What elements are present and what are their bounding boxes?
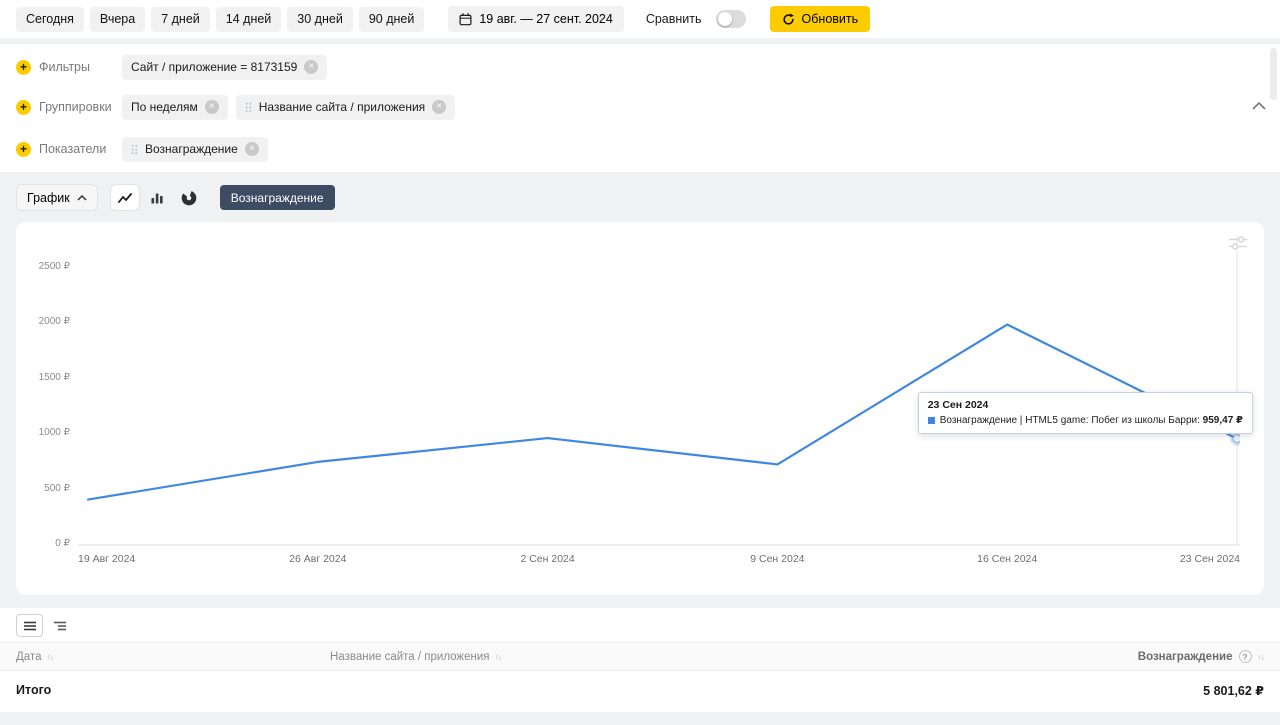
grouping-chip[interactable]: По неделям × — [122, 95, 228, 120]
x-axis-label: 26 Авг 2024 — [289, 553, 346, 565]
table-panel: Дата ↑↓ Название сайта / приложения ↑↓ В… — [0, 608, 1280, 712]
column-header-date[interactable]: Дата ↑↓ — [16, 651, 330, 663]
y-axis: 0 ₽ 500 ₽ 1000 ₽ 1500 ₽ 2000 ₽ 2500 ₽ — [16, 222, 70, 595]
preset-90days[interactable]: 90 дней — [359, 7, 425, 32]
chip-label: Вознаграждение — [145, 142, 238, 156]
remove-chip-icon[interactable]: × — [205, 100, 219, 114]
sort-icon[interactable]: ↑↓ — [1258, 652, 1265, 662]
tree-view-icon[interactable] — [46, 614, 73, 637]
view-toggles — [0, 608, 1280, 642]
chart-controls: График Вознаграждение — [16, 184, 335, 211]
remove-chip-icon[interactable]: × — [304, 60, 318, 74]
scrollbar-thumb[interactable] — [1270, 48, 1277, 100]
toolbar: Сегодня Вчера 7 дней 14 дней 30 дней 90 … — [0, 0, 1280, 38]
chart-button-label: График — [27, 191, 70, 205]
drag-handle-icon[interactable] — [245, 102, 252, 113]
metric-chip[interactable]: Вознаграждение × — [122, 137, 268, 162]
preset-yesterday[interactable]: Вчера — [90, 7, 145, 32]
x-axis-label: 16 Сен 2024 — [977, 553, 1037, 565]
drag-handle-icon[interactable] — [131, 144, 138, 155]
chevron-up-icon — [77, 195, 87, 201]
y-axis-label: 1000 ₽ — [39, 427, 70, 438]
filters-panel: + Фильтры Сайт / приложение = 8173159 × … — [0, 44, 1280, 172]
x-axis-label: 19 Авг 2024 — [78, 553, 135, 565]
x-axis-label: 9 Сен 2024 — [750, 553, 804, 565]
refresh-button[interactable]: Обновить — [770, 6, 871, 32]
preset-30days[interactable]: 30 дней — [287, 7, 353, 32]
calendar-icon — [459, 13, 472, 26]
y-axis-label: 2000 ₽ — [39, 316, 70, 327]
bar-chart-icon[interactable] — [142, 184, 172, 211]
table-header: Дата ↑↓ Название сайта / приложения ↑↓ В… — [0, 642, 1280, 671]
collapse-chevron-up-icon[interactable] — [1252, 102, 1266, 110]
series-marker-icon — [928, 417, 935, 424]
total-label: Итого — [16, 683, 1203, 697]
remove-chip-icon[interactable]: × — [245, 142, 259, 156]
add-grouping-icon[interactable]: + — [16, 100, 31, 115]
x-axis: 19 Авг 2024 26 Авг 2024 2 Сен 2024 9 Сен 20… — [78, 553, 1240, 567]
filters-label: Фильтры — [39, 60, 90, 74]
chart-card: 0 ₽ 500 ₽ 1000 ₽ 1500 ₽ 2000 ₽ 2500 ₽ 19 Авг … — [16, 222, 1264, 595]
chart-tooltip: 23 Сен 2024 Вознаграждение | HTML5 game:… — [918, 392, 1253, 434]
date-range-label: 19 авг. — 27 сент. 2024 — [479, 12, 613, 26]
chip-label: Название сайта / приложения — [259, 100, 425, 114]
add-filter-icon[interactable]: + — [16, 60, 31, 75]
compare-label: Сравнить — [646, 12, 702, 26]
column-header-reward[interactable]: Вознаграждение ? ↑↓ — [1138, 650, 1264, 663]
y-axis-label: 2500 ₽ — [39, 261, 70, 272]
add-metric-icon[interactable]: + — [16, 142, 31, 157]
tooltip-text: Вознаграждение | HTML5 game: Побег из шк… — [940, 415, 1243, 426]
chip-label: По неделям — [131, 100, 198, 114]
pie-chart-icon[interactable] — [174, 184, 204, 211]
metrics-label: Показатели — [39, 142, 106, 156]
flat-list-view-icon[interactable] — [16, 614, 43, 637]
chart-type-switcher — [110, 184, 204, 211]
compare-toggle[interactable] — [716, 10, 746, 28]
line-chart-icon[interactable] — [110, 184, 140, 211]
metric-badge[interactable]: Вознаграждение — [220, 185, 335, 210]
refresh-icon — [782, 13, 795, 26]
chip-label: Сайт / приложение = 8173159 — [131, 60, 297, 74]
y-axis-label: 1500 ₽ — [39, 372, 70, 383]
x-axis-label: 2 Сен 2024 — [520, 553, 574, 565]
tooltip-value: 959,47 ₽ — [1203, 415, 1243, 426]
date-range-picker[interactable]: 19 авг. — 27 сент. 2024 — [448, 6, 624, 32]
toggle-knob — [718, 12, 732, 26]
y-axis-label: 0 ₽ — [55, 538, 70, 549]
chart-settings-icon[interactable] — [1228, 236, 1248, 250]
chart-collapse-button[interactable]: График — [16, 184, 98, 211]
refresh-label: Обновить — [802, 12, 859, 26]
tooltip-date: 23 Сен 2024 — [928, 399, 1243, 411]
table-total-row: Итого 5 801,62 ₽ — [0, 671, 1280, 709]
remove-chip-icon[interactable]: × — [432, 100, 446, 114]
filter-chip[interactable]: Сайт / приложение = 8173159 × — [122, 55, 327, 80]
y-axis-label: 500 ₽ — [44, 483, 70, 494]
preset-today[interactable]: Сегодня — [16, 7, 84, 32]
x-axis-label: 23 Сен 2024 — [1180, 553, 1240, 565]
groupings-row: + Группировки По неделям × Название сайт… — [0, 86, 1280, 128]
total-value: 5 801,62 ₽ — [1203, 683, 1264, 698]
preset-14days[interactable]: 14 дней — [216, 7, 282, 32]
preset-7days[interactable]: 7 дней — [151, 7, 210, 32]
metrics-row: + Показатели Вознаграждение × — [0, 128, 1280, 170]
sort-icon[interactable]: ↑↓ — [495, 652, 502, 662]
column-header-site-name[interactable]: Название сайта / приложения ↑↓ — [330, 651, 1138, 663]
grouping-chip[interactable]: Название сайта / приложения × — [236, 95, 455, 120]
sort-icon[interactable]: ↑↓ — [46, 652, 53, 662]
groupings-label: Группировки — [39, 100, 112, 114]
help-icon[interactable]: ? — [1239, 650, 1252, 663]
filters-row: + Фильтры Сайт / приложение = 8173159 × — [0, 44, 1280, 86]
